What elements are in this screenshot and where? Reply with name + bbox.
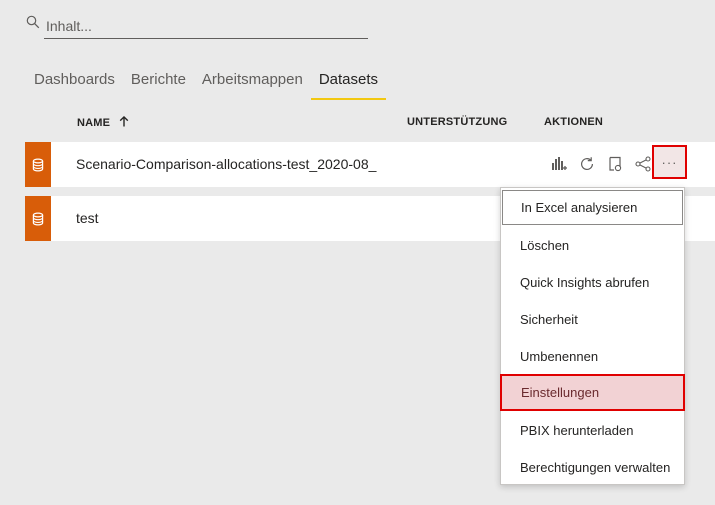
menu-item-analyze-in-excel[interactable]: In Excel analysieren — [502, 190, 683, 225]
tab-dashboards[interactable]: Dashboards — [26, 64, 123, 100]
context-menu: In Excel analysieren Löschen Quick Insig… — [500, 187, 685, 485]
menu-item-quick-insights[interactable]: Quick Insights abrufen — [501, 264, 684, 301]
content-tabs: Dashboards Berichte Arbeitsmappen Datase… — [26, 64, 387, 100]
menu-item-security[interactable]: Sicherheit — [501, 301, 684, 338]
create-report-icon[interactable] — [545, 151, 573, 177]
tab-arbeitsmappen[interactable]: Arbeitsmappen — [194, 64, 311, 100]
column-header-support: UNTERSTÜTZUNG — [407, 116, 508, 128]
dataset-name[interactable]: test — [76, 210, 99, 226]
more-options-icon: ··· — [661, 154, 678, 170]
dataset-icon — [25, 142, 51, 187]
column-header-name[interactable]: NAME — [77, 116, 129, 130]
sort-ascending-icon — [119, 116, 129, 130]
tab-datasets[interactable]: Datasets — [310, 64, 387, 100]
menu-item-download-pbix[interactable]: PBIX herunterladen — [501, 412, 684, 449]
menu-item-settings[interactable]: Einstellungen — [500, 374, 685, 411]
row-actions — [545, 151, 657, 177]
search-input[interactable] — [44, 14, 368, 39]
dataset-name[interactable]: Scenario-Comparison-allocations-test_202… — [76, 156, 376, 172]
more-options-button[interactable]: ··· — [652, 145, 687, 179]
menu-item-rename[interactable]: Umbenennen — [501, 338, 684, 375]
menu-item-manage-permissions[interactable]: Berechtigungen verwalten — [501, 449, 684, 486]
table-row[interactable]: Scenario-Comparison-allocations-test_202… — [25, 142, 715, 187]
column-header-name-label: NAME — [77, 117, 111, 129]
search-icon — [26, 15, 42, 31]
search-box — [26, 14, 368, 40]
tab-berichte[interactable]: Berichte — [123, 64, 194, 100]
column-header-actions: AKTIONEN — [544, 116, 604, 128]
menu-item-delete[interactable]: Löschen — [501, 227, 684, 264]
dataset-icon — [25, 196, 51, 241]
schedule-refresh-icon[interactable] — [601, 151, 629, 177]
refresh-icon[interactable] — [573, 151, 601, 177]
